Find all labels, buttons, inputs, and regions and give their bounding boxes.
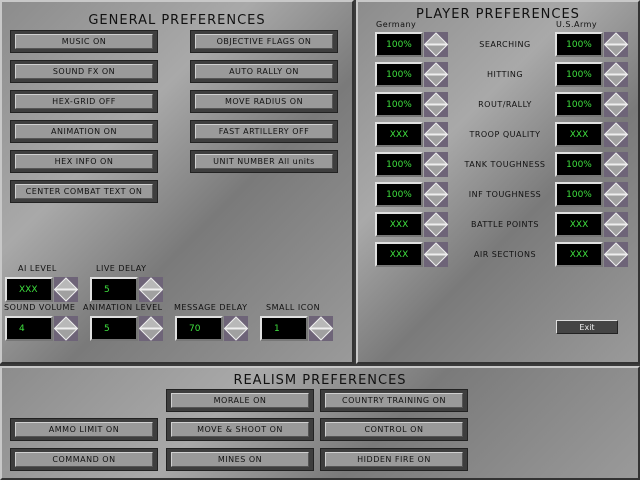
button-label: HEX INFO ON [15,154,153,169]
country-training-on-button[interactable]: COUNTRY TRAINING ON [320,389,468,412]
button-label: CENTER COMBAT TEXT ON [15,184,153,199]
us-army-battle-points-value[interactable]: XXX [555,212,603,237]
button-label: FAST ARTILLERY OFF [195,124,333,139]
live-delay-spinner-value[interactable]: 5 [90,277,138,302]
germany-hitting-value[interactable]: 100% [375,62,423,87]
ai-level-spinner-value[interactable]: XXX [5,277,53,302]
us-army-air-sections-value[interactable]: XXX [555,242,603,267]
move-radius-on-button[interactable]: MOVE RADIUS ON [190,90,338,113]
germany-tank-toughness-value[interactable]: 100% [375,152,423,177]
button-label: ANIMATION ON [15,124,153,139]
searching-label: SEARCHING [479,40,531,49]
rout-rally-label: ROUT/RALLY [478,100,532,109]
germany-troop-quality-value[interactable]: XXX [375,122,423,147]
mines-on-button[interactable]: MINES ON [166,448,314,471]
button-label: COUNTRY TRAINING ON [325,393,463,408]
us-army-inf-toughness-up-down-arrows-icon[interactable] [604,182,628,207]
center-combat-text-on-button[interactable]: CENTER COMBAT TEXT ON [10,180,158,203]
animation-level-spinner-up-down-arrows-icon[interactable] [139,316,163,341]
germany-battle-points-value[interactable]: XXX [375,212,423,237]
battle-points-label: BATTLE POINTS [471,220,539,229]
germany-searching-value[interactable]: 100% [375,32,423,57]
small-icon-spinner-value[interactable]: 1 [260,316,308,341]
music-on-button[interactable]: MUSIC ON [10,30,158,53]
us-army-battle-points-up-down-arrows-icon[interactable] [604,212,628,237]
us-army-searching-up-down-arrows-icon[interactable] [604,32,628,57]
move-shoot-on-button[interactable]: MOVE & SHOOT ON [166,418,314,441]
message-delay-spinner-value[interactable]: 70 [175,316,223,341]
animation-on-button[interactable]: ANIMATION ON [10,120,158,143]
message-delay-label: MESSAGE DELAY [174,303,248,312]
us-army-air-sections-up-down-arrows-icon[interactable] [604,242,628,267]
button-label: MOVE RADIUS ON [195,94,333,109]
button-label: MOVE & SHOOT ON [171,422,309,437]
button-label: UNIT NUMBER All units [195,154,333,169]
troop-quality-label: TROOP QUALITY [469,130,541,139]
small-icon-label: SMALL ICON [266,303,321,312]
us-army-hitting-value[interactable]: 100% [555,62,603,87]
general-preferences-title: GENERAL PREFERENCES [88,13,266,28]
auto-rally-on-button[interactable]: AUTO RALLY ON [190,60,338,83]
us-army-rout-rally-up-down-arrows-icon[interactable] [604,92,628,117]
button-label: OBJECTIVE FLAGS ON [195,34,333,49]
hex-info-on-button[interactable]: HEX INFO ON [10,150,158,173]
hidden-fire-on-button[interactable]: HIDDEN FIRE ON [320,448,468,471]
sound-volume-spinner-up-down-arrows-icon[interactable] [54,316,78,341]
hex-grid-off-button[interactable]: HEX-GRID OFF [10,90,158,113]
animation-level-spinner-value[interactable]: 5 [90,316,138,341]
sound-volume-spinner-value[interactable]: 4 [5,316,53,341]
message-delay-spinner-up-down-arrows-icon[interactable] [224,316,248,341]
germany-air-sections-value[interactable]: XXX [375,242,423,267]
ai-level-spinner-up-down-arrows-icon[interactable] [54,277,78,302]
hitting-label: HITTING [486,70,524,79]
live-delay-label: LIVE DELAY [96,264,147,273]
us-army-tank-toughness-up-down-arrows-icon[interactable] [604,152,628,177]
tank-toughness-label: TANK TOUGHNESS [464,160,546,169]
exit-button[interactable]: Exit [556,320,618,334]
inf-toughness-label: INF TOUGHNESS [468,190,542,199]
us-army-label: U.S.Army [556,20,598,29]
us-army-inf-toughness-value[interactable]: 100% [555,182,603,207]
us-army-troop-quality-value[interactable]: XXX [555,122,603,147]
ammo-limit-on-button[interactable]: AMMO LIMIT ON [10,418,158,441]
button-label: AUTO RALLY ON [195,64,333,79]
sound-volume-label: SOUND VOLUME [4,303,76,312]
objective-flags-on-button[interactable]: OBJECTIVE FLAGS ON [190,30,338,53]
germany-rout-rally-value[interactable]: 100% [375,92,423,117]
small-icon-spinner-up-down-arrows-icon[interactable] [309,316,333,341]
control-on-button[interactable]: CONTROL ON [320,418,468,441]
us-army-tank-toughness-value[interactable]: 100% [555,152,603,177]
germany-inf-toughness-value[interactable]: 100% [375,182,423,207]
live-delay-spinner-up-down-arrows-icon[interactable] [139,277,163,302]
button-label: MORALE ON [171,393,309,408]
us-army-troop-quality-up-down-arrows-icon[interactable] [604,122,628,147]
button-label: MINES ON [171,452,309,467]
realism-preferences-title: REALISM PREFERENCES [233,373,407,388]
button-label: HEX-GRID OFF [15,94,153,109]
button-label: COMMAND ON [15,452,153,467]
germany-label: Germany [376,20,417,29]
button-label: CONTROL ON [325,422,463,437]
button-label: AMMO LIMIT ON [15,422,153,437]
ai-level-label: AI LEVEL [18,264,57,273]
command-on-button[interactable]: COMMAND ON [10,448,158,471]
us-army-rout-rally-value[interactable]: 100% [555,92,603,117]
sound-fx-on-button[interactable]: SOUND FX ON [10,60,158,83]
animation-level-label: ANIMATION LEVEL [83,303,163,312]
us-army-hitting-up-down-arrows-icon[interactable] [604,62,628,87]
us-army-searching-value[interactable]: 100% [555,32,603,57]
air-sections-label: AIR SECTIONS [473,250,537,259]
morale-on-button[interactable]: MORALE ON [166,389,314,412]
fast-artillery-off-button[interactable]: FAST ARTILLERY OFF [190,120,338,143]
button-label: SOUND FX ON [15,64,153,79]
button-label: MUSIC ON [15,34,153,49]
unit-number-all-units-button[interactable]: UNIT NUMBER All units [190,150,338,173]
button-label: HIDDEN FIRE ON [325,452,463,467]
